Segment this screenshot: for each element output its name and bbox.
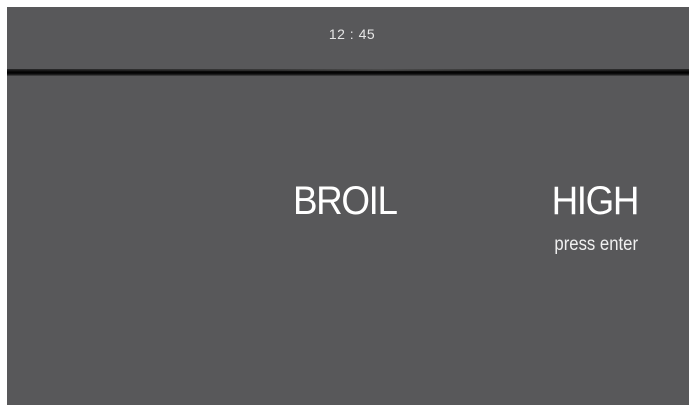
cook-mode-label[interactable]: BROIL	[293, 178, 398, 224]
status-bar: 12 : 45	[7, 7, 689, 69]
broil-level-label[interactable]: HIGH	[551, 178, 640, 224]
level-group: HIGH press enter	[543, 178, 640, 256]
divider-highlight	[7, 69, 689, 71]
oven-display-screen: 12 : 45 BROIL HIGH press enter	[7, 7, 689, 405]
clock: 12 : 45	[328, 26, 376, 42]
press-enter-hint: press enter	[554, 234, 638, 255]
